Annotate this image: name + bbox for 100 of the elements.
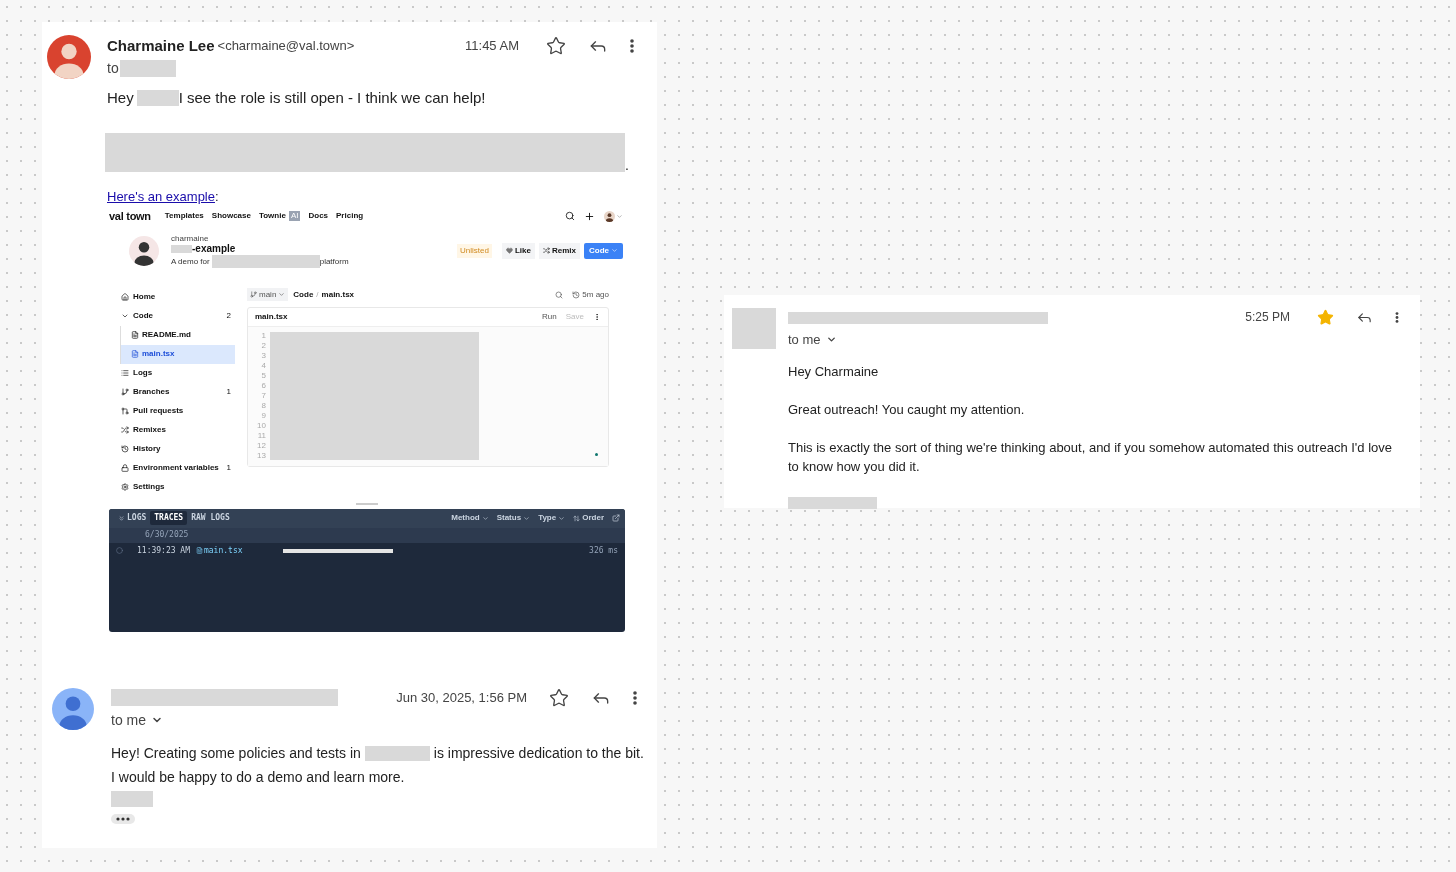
logs-tab[interactable]: RAW LOGS (187, 511, 234, 526)
nav-link[interactable]: Docs (308, 210, 329, 222)
message-text: Hey Charmaine (788, 362, 880, 381)
sidebar-item[interactable]: History (117, 439, 235, 459)
log-date: 6/30/2025 (145, 529, 189, 542)
order-button[interactable]: Order (573, 512, 604, 525)
history-icon (572, 290, 581, 299)
owner-name[interactable]: charmaine (171, 234, 349, 244)
nav-link[interactable]: Townie (258, 210, 286, 222)
filter-dropdown[interactable]: Status (496, 512, 531, 525)
message-text: I would be happy to do a demo and learn more. (111, 767, 406, 787)
home-icon (121, 293, 129, 302)
file-tab[interactable]: main.tsx (255, 310, 288, 323)
more-button[interactable] (633, 690, 637, 705)
project-description: platform (319, 256, 349, 266)
caret-icon (481, 514, 489, 522)
line-number: 12 (257, 440, 266, 451)
redaction-block (171, 244, 192, 253)
example-link[interactable]: Here's an example (107, 188, 215, 204)
caret-icon (278, 291, 286, 299)
sidebar-item[interactable]: Code 2 (117, 306, 235, 326)
logs-tab[interactable]: TRACES (150, 511, 188, 526)
branch-icon (121, 388, 129, 397)
more-icon (1395, 311, 1399, 323)
avatar (52, 687, 94, 730)
caret-icon (558, 514, 566, 522)
filter-dropdown[interactable]: Type (538, 512, 566, 525)
code-button[interactable]: Code (584, 242, 623, 259)
settings-icon (121, 483, 129, 492)
recipient-dropdown[interactable]: to me (111, 709, 641, 731)
line-number: 3 (261, 350, 266, 361)
sort-icon (573, 514, 581, 522)
sidebar-item[interactable]: Branches 1 (117, 382, 235, 402)
file-item[interactable]: main.tsx (121, 344, 235, 364)
recipient-label: to (107, 59, 119, 78)
avatar (732, 308, 776, 349)
history-icon (121, 445, 129, 454)
line-number: 5 (261, 370, 266, 381)
message-text: This is exactly the sort of thing we're thinking about, and if you somehow automated this outreach I'd love to know how you did it. (788, 438, 1394, 476)
line-number: 1 (261, 330, 266, 341)
avatar (47, 35, 91, 79)
file-icon (196, 547, 203, 555)
log-row[interactable]: 11:39:23 AM main.tsx 326 ms (109, 542, 625, 559)
filter-dropdown[interactable]: Method (451, 512, 489, 525)
more-button[interactable] (1395, 311, 1399, 323)
message-text: . (625, 157, 629, 172)
sidebar-item[interactable]: Settings (117, 477, 235, 497)
sender-name: Charmaine Lee (107, 35, 215, 56)
sidebar-item[interactable]: Remixes (117, 420, 235, 440)
email-time: 5:25 PM (1245, 309, 1290, 326)
like-button[interactable]: Like (501, 242, 535, 259)
line-number: 8 (261, 400, 266, 411)
nav-link[interactable]: Pricing (336, 210, 364, 222)
brand-logo[interactable]: val town (109, 207, 151, 225)
pull-request-icon (121, 407, 129, 416)
line-number: 11 (257, 430, 266, 441)
remix-button[interactable]: Remix (539, 242, 580, 259)
sidebar-item[interactable]: Environment variables 1 (117, 458, 235, 478)
message-text: Great outreach! You caught my attention. (788, 400, 1026, 419)
plus-icon[interactable] (584, 210, 595, 222)
status-circle-icon (116, 547, 123, 555)
search-icon[interactable] (565, 211, 575, 221)
redaction-block (136, 90, 179, 107)
external-link-icon[interactable] (612, 514, 620, 523)
more-icon[interactable] (593, 312, 601, 321)
lock-icon (121, 464, 129, 473)
resize-handle[interactable] (356, 502, 378, 505)
file-item[interactable]: README.md (121, 325, 235, 345)
breadcrumb-item[interactable]: Code (293, 288, 314, 301)
show-more-button[interactable] (111, 813, 135, 824)
star-icon (1317, 308, 1334, 326)
avatar (129, 235, 159, 266)
sidebar-item[interactable]: Pull requests (117, 401, 235, 421)
star-button[interactable] (549, 687, 569, 708)
branch-selector[interactable]: main (247, 288, 289, 302)
redaction-block (111, 790, 153, 807)
breadcrumb-separator: / (316, 288, 319, 301)
line-number: 4 (261, 360, 266, 371)
more-button[interactable] (630, 39, 634, 53)
recipient-dropdown[interactable]: to me (788, 330, 1403, 350)
sidebar-item[interactable]: Home (117, 287, 235, 307)
sidebar-item[interactable]: Logs (117, 363, 235, 383)
file-icon (131, 350, 139, 359)
caret-icon (523, 514, 531, 522)
updated-time: 5m ago (582, 288, 609, 301)
more-icon (633, 690, 637, 705)
star-button[interactable] (546, 36, 566, 56)
nav-link[interactable]: Templates (164, 210, 204, 222)
redaction-block (364, 745, 430, 761)
breadcrumb-item[interactable]: main.tsx (321, 288, 355, 301)
star-button[interactable] (1317, 308, 1334, 326)
message-text: Hey! Creating some policies and tests in (111, 743, 361, 763)
editor-action[interactable]: Run (542, 310, 557, 323)
email-time: 11:45 AM (465, 37, 519, 56)
list-icon (121, 369, 129, 378)
logs-tab[interactable]: LOGS (114, 511, 151, 526)
shuffle-icon (121, 426, 129, 435)
nav-link[interactable]: Showcase (211, 210, 251, 222)
heart-icon (505, 247, 513, 255)
line-number: 7 (261, 390, 266, 401)
